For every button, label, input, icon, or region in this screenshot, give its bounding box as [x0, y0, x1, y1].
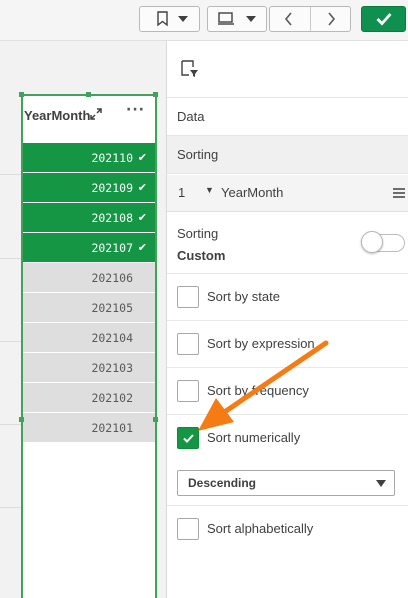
listbox-values: 202110 ✔ 202109 ✔ 202108 ✔ 202107 ✔ 202106 202105… [23, 143, 155, 443]
bookmarks-button[interactable] [139, 6, 200, 32]
selected-check-icon: ✔ [137, 211, 147, 224]
listbox-row-value: 202108 [91, 211, 133, 225]
divider [310, 7, 311, 31]
sheet-icon [218, 12, 234, 25]
grid-line [0, 174, 22, 175]
option-label: Sort by expression [207, 336, 315, 351]
grid-line [0, 341, 22, 342]
toggle-knob [361, 231, 383, 253]
listbox-row-value: 202101 [91, 421, 133, 435]
listbox-row[interactable]: 202106 [23, 263, 155, 292]
selected-check-icon: ✔ [137, 151, 147, 164]
option-label: Sort by state [207, 289, 280, 304]
checkmark-icon [183, 434, 194, 443]
option-label: Sort alphabetically [207, 521, 314, 536]
tab-data-label: Data [177, 109, 205, 124]
numeric-order-value: Descending [188, 476, 257, 490]
expand-icon[interactable] [90, 108, 102, 120]
listbox-row[interactable]: 202103 [23, 353, 155, 382]
option-sort-by-frequency[interactable]: Sort by frequency [167, 367, 408, 413]
checkbox[interactable] [177, 333, 199, 355]
listbox-row-value: 202107 [91, 241, 133, 255]
listbox-row-value: 202110 [91, 151, 133, 165]
listbox-row[interactable]: 202109 ✔ [23, 173, 155, 202]
listbox-row-value: 202103 [91, 361, 133, 375]
tab-sorting-label: Sorting [177, 147, 219, 162]
listbox-row-value: 202105 [91, 301, 133, 315]
chevron-down-icon [246, 16, 256, 22]
sort-field-item[interactable]: 1 ▼ YearMonth [167, 175, 408, 212]
checkmark-icon [376, 13, 392, 26]
listbox-row-value: 202104 [91, 331, 133, 345]
listbox-row[interactable]: 202102 [23, 383, 155, 412]
selected-check-icon: ✔ [137, 181, 147, 194]
properties-panel: Data Sorting 1 ▼ YearMonth Sorting Custo… [166, 41, 408, 598]
caret-down-icon [376, 480, 386, 487]
option-label: Sort by frequency [207, 383, 309, 398]
listbox-row[interactable]: 202108 ✔ [23, 203, 155, 232]
resize-handle[interactable] [19, 92, 24, 97]
sorting-label: Sorting [177, 226, 219, 241]
checkbox[interactable] [177, 286, 199, 308]
listbox-row-value: 202106 [91, 271, 133, 285]
sort-field-name: YearMonth [221, 185, 284, 200]
resize-handle[interactable] [86, 92, 91, 97]
selected-check-icon: ✔ [137, 241, 147, 254]
checkbox[interactable] [177, 380, 199, 402]
listbox-row[interactable]: 202110 ✔ [23, 143, 155, 172]
resize-handle[interactable] [153, 92, 158, 97]
listbox-row[interactable]: 202104 [23, 323, 155, 352]
panel-header [167, 41, 408, 98]
listbox-row-value: 202109 [91, 181, 133, 195]
sheets-button[interactable] [207, 6, 267, 32]
grid-line [0, 507, 22, 508]
listbox-title: YearMonth [24, 108, 91, 123]
properties-filter-icon [181, 60, 198, 77]
drag-handle-icon[interactable] [393, 188, 405, 198]
numeric-order-select[interactable]: Descending [177, 470, 395, 496]
chevron-left-icon[interactable] [284, 12, 294, 26]
top-toolbar [0, 0, 408, 41]
filter-pane-listbox[interactable]: YearMonth ··· 202110 ✔ 202109 ✔ 202108 ✔ 20210… [21, 94, 157, 598]
chevron-down-icon [178, 16, 188, 22]
checkbox-checked[interactable] [177, 427, 199, 449]
listbox-row-value: 202102 [91, 391, 133, 405]
done-editing-button[interactable] [361, 6, 406, 32]
listbox-row[interactable]: 202107 ✔ [23, 233, 155, 262]
resize-handle[interactable] [153, 417, 158, 422]
tab-data[interactable]: Data [167, 98, 408, 136]
sort-field-index: 1 [178, 185, 186, 200]
tab-sorting[interactable]: Sorting [167, 136, 408, 174]
resize-handle[interactable] [19, 417, 24, 422]
grid-line [0, 258, 22, 259]
caret-down-icon[interactable]: ▼ [205, 185, 214, 195]
option-label: Sort numerically [207, 430, 301, 445]
sheet-navigation [269, 6, 351, 32]
sorting-mode: Custom [177, 248, 226, 263]
chevron-right-icon[interactable] [326, 12, 336, 26]
sorting-auto-toggle[interactable] [361, 231, 405, 253]
more-options-icon[interactable]: ··· [126, 102, 145, 118]
option-sort-numerically[interactable]: Sort numerically [167, 414, 408, 460]
listbox-row[interactable]: 202105 [23, 293, 155, 322]
listbox-row[interactable]: 202101 [23, 413, 155, 442]
grid-line [0, 424, 22, 425]
option-sort-by-state[interactable]: Sort by state [167, 273, 408, 319]
option-sort-by-expression[interactable]: Sort by expression [167, 320, 408, 366]
bookmark-icon [157, 11, 168, 27]
checkbox[interactable] [177, 518, 199, 540]
option-sort-alphabetically[interactable]: Sort alphabetically [167, 505, 408, 551]
